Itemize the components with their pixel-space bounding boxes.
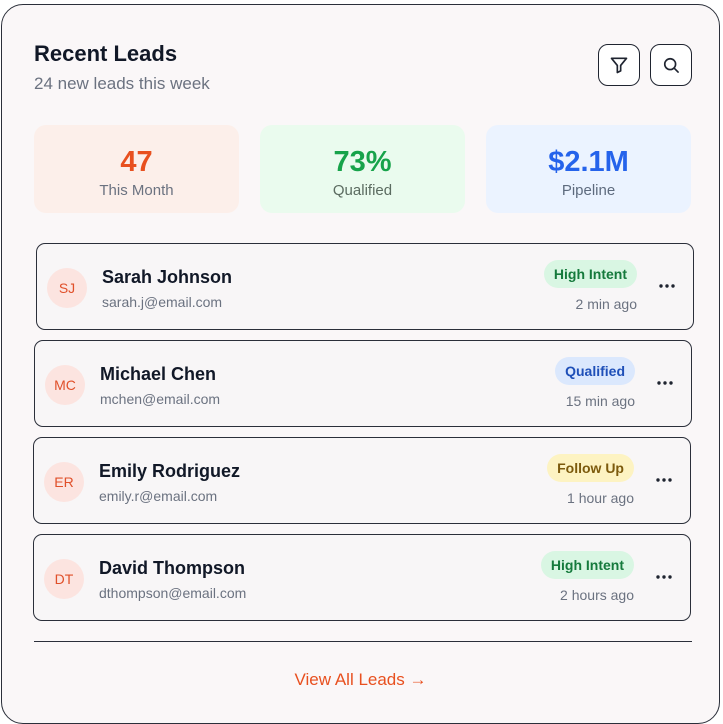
search-button[interactable] [650, 44, 692, 86]
footer-divider [34, 641, 692, 642]
more-options-button[interactable] [655, 373, 675, 393]
lead-time: 2 hours ago [560, 587, 634, 603]
leads-card: Recent Leads 24 new leads this week 47 T… [1, 4, 720, 724]
more-horizontal-icon [659, 284, 675, 288]
more-options-button[interactable] [654, 470, 674, 490]
more-options-button[interactable] [657, 276, 677, 296]
more-options-button[interactable] [654, 567, 674, 587]
stat-qualified: 73% Qualified [260, 125, 465, 213]
lead-time: 2 min ago [575, 296, 637, 312]
status-badge: Follow Up [547, 454, 634, 482]
lead-email: emily.r@email.com [99, 488, 218, 504]
avatar: SJ [47, 268, 87, 308]
lead-name: Michael Chen [100, 364, 217, 384]
lead-name: Emily Rodriguez [99, 461, 241, 481]
lead-time: 15 min ago [565, 393, 635, 409]
lead-row-sarah-johnson[interactable]: SJ Sarah Johnson sarah.j@email.com High … [36, 243, 694, 330]
view-all-leads-link[interactable]: View All Leads → [2, 670, 719, 690]
lead-email: sarah.j@email.com [102, 294, 223, 310]
status-badge: Qualified [555, 357, 635, 385]
status-badge: High Intent [543, 260, 637, 288]
search-icon [663, 57, 679, 73]
card-title: Recent Leads [34, 41, 178, 66]
stat-label: This Month [99, 182, 174, 199]
avatar: ER [44, 462, 84, 502]
more-horizontal-icon [657, 381, 673, 385]
lead-name: Sarah Johnson [102, 267, 233, 287]
stat-this-month: 47 This Month [34, 125, 239, 213]
more-horizontal-icon [656, 478, 672, 482]
avatar: DT [44, 559, 84, 599]
stat-value: $2.1M [548, 146, 629, 178]
filter-icon [610, 57, 628, 74]
filter-button[interactable] [598, 44, 640, 86]
stat-value: 47 [120, 146, 153, 178]
stat-label: Pipeline [561, 182, 616, 199]
lead-name: David Thompson [99, 558, 246, 578]
lead-email: dthompson@email.com [99, 585, 247, 601]
lead-row-emily-rodriguez[interactable]: ER Emily Rodriguez emily.r@email.com Fol… [33, 437, 691, 524]
card-subtitle: 24 new leads this week [34, 74, 210, 93]
status-badge: High Intent [540, 551, 634, 579]
lead-email: mchen@email.com [100, 391, 221, 407]
lead-row-michael-chen[interactable]: MC Michael Chen mchen@email.com Qualifie… [34, 340, 692, 427]
stat-label: Qualified [332, 182, 393, 199]
stat-value: 73% [333, 146, 392, 178]
stat-pipeline: $2.1M Pipeline [486, 125, 691, 213]
lead-row-david-thompson[interactable]: DT David Thompson dthompson@email.com Hi… [33, 534, 691, 621]
lead-time: 1 hour ago [567, 490, 634, 506]
avatar: MC [45, 365, 85, 405]
more-horizontal-icon [656, 575, 672, 579]
